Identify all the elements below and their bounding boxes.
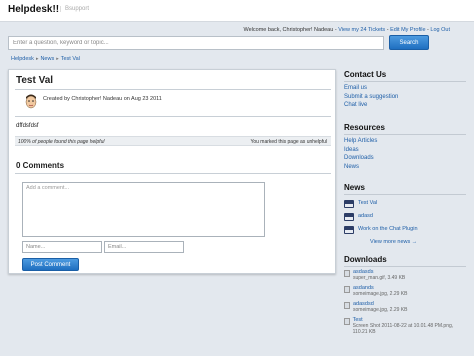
comments-heading: 0 Comments bbox=[16, 161, 65, 170]
search-button[interactable]: Search bbox=[389, 35, 429, 50]
email-us-link[interactable]: Email us bbox=[344, 84, 466, 93]
file-icon bbox=[344, 302, 350, 309]
view-tickets-link[interactable]: View my 24 Tickets bbox=[338, 27, 385, 33]
user-welcome: Welcome back, Christopher! Nadeau - View… bbox=[244, 27, 450, 33]
brand-subtitle: Bsupport bbox=[60, 6, 89, 12]
news-link[interactable]: News bbox=[344, 163, 466, 172]
logout-link[interactable]: Log Out bbox=[430, 27, 450, 33]
article-title: Test Val bbox=[16, 75, 54, 86]
news-item: Work on the Chat Plugin bbox=[344, 223, 466, 236]
resources-section: Resources Help Articles Ideas Downloads … bbox=[344, 123, 466, 171]
news-item: adasd bbox=[344, 210, 466, 223]
download-meta: someimage.jpg, 2.29 KB bbox=[353, 291, 408, 297]
breadcrumb-news[interactable]: News bbox=[40, 56, 54, 62]
news-section: News Test Val adasd Work on the Chat Plu… bbox=[344, 183, 466, 247]
edit-profile-link[interactable]: Edit My Profile bbox=[390, 27, 425, 33]
calendar-icon bbox=[344, 199, 354, 208]
helpfulness-bar: 100% of people found this page helpful Y… bbox=[15, 136, 331, 146]
download-item: asdands someimage.jpg, 2.29 KB bbox=[344, 285, 466, 297]
submit-suggestion-link[interactable]: Submit a suggestion bbox=[344, 93, 466, 102]
chevron-right-icon: ▸ bbox=[56, 56, 59, 62]
post-comment-button[interactable]: Post Comment bbox=[22, 258, 79, 271]
unhelpful-status: You marked this page as unhelpful bbox=[250, 139, 327, 145]
article-card: Test Val Created by Christopher! Nadeau … bbox=[8, 69, 336, 274]
divider bbox=[15, 89, 331, 90]
download-meta: someimage.jpg, 2.29 KB bbox=[353, 307, 408, 313]
top-bar: Helpdesk!! Bsupport bbox=[0, 0, 474, 22]
divider bbox=[15, 173, 331, 174]
breadcrumb-helpdesk[interactable]: Helpdesk bbox=[11, 56, 34, 62]
chevron-right-icon: ▸ bbox=[35, 56, 39, 62]
article-meta: Created by Christopher! Nadeau on Aug 23… bbox=[43, 96, 162, 102]
calendar-icon bbox=[344, 212, 354, 221]
contact-section: Contact Us Email us Submit a suggestion … bbox=[344, 70, 466, 110]
divider bbox=[15, 116, 331, 117]
file-icon bbox=[344, 270, 350, 277]
download-item: asdasds super_man.gif, 3.49 KB bbox=[344, 269, 466, 281]
name-field[interactable] bbox=[22, 241, 102, 253]
calendar-icon bbox=[344, 225, 354, 234]
file-icon bbox=[344, 318, 350, 325]
download-meta: Screen Shot 2011-08-22 at 10.01.48 PM.pn… bbox=[352, 323, 454, 335]
news-heading: News bbox=[344, 183, 466, 195]
downloads-heading: Downloads bbox=[344, 255, 466, 267]
view-more-news-link[interactable]: View more news → bbox=[370, 238, 466, 247]
downloads-link[interactable]: Downloads bbox=[344, 154, 466, 163]
news-item-link[interactable]: Test Val bbox=[358, 199, 377, 208]
search-input[interactable] bbox=[8, 36, 384, 50]
article-body: dffdsfdsf bbox=[16, 123, 39, 129]
ideas-link[interactable]: Ideas bbox=[344, 146, 466, 155]
helpful-percent: 100% of people found this page helpful bbox=[18, 139, 105, 145]
download-meta: super_man.gif, 3.49 KB bbox=[353, 275, 406, 281]
contact-heading: Contact Us bbox=[344, 70, 466, 82]
avatar bbox=[24, 93, 38, 110]
breadcrumb: Helpdesk ▸ News ▸ Test Val bbox=[11, 56, 80, 62]
file-icon bbox=[344, 286, 350, 293]
breadcrumb-current[interactable]: Test Val bbox=[61, 56, 80, 62]
news-item: Test Val bbox=[344, 197, 466, 210]
email-field[interactable] bbox=[104, 241, 184, 253]
download-item: adasdsd someimage.jpg, 2.29 KB bbox=[344, 301, 466, 313]
chat-live-link[interactable]: Chat live bbox=[344, 101, 466, 110]
welcome-text: Welcome back, Christopher! Nadeau - bbox=[243, 27, 339, 33]
download-item: Test Screen Shot 2011-08-22 at 10.01.48 P… bbox=[344, 317, 466, 335]
comment-textarea[interactable] bbox=[22, 182, 265, 237]
resources-heading: Resources bbox=[344, 123, 466, 135]
downloads-section: Downloads asdasds super_man.gif, 3.49 KB … bbox=[344, 255, 466, 339]
brand-logo[interactable]: Helpdesk!! bbox=[8, 4, 59, 15]
news-item-link[interactable]: Work on the Chat Plugin bbox=[358, 225, 418, 234]
news-item-link[interactable]: adasd bbox=[358, 212, 373, 221]
help-articles-link[interactable]: Help Articles bbox=[344, 137, 466, 146]
